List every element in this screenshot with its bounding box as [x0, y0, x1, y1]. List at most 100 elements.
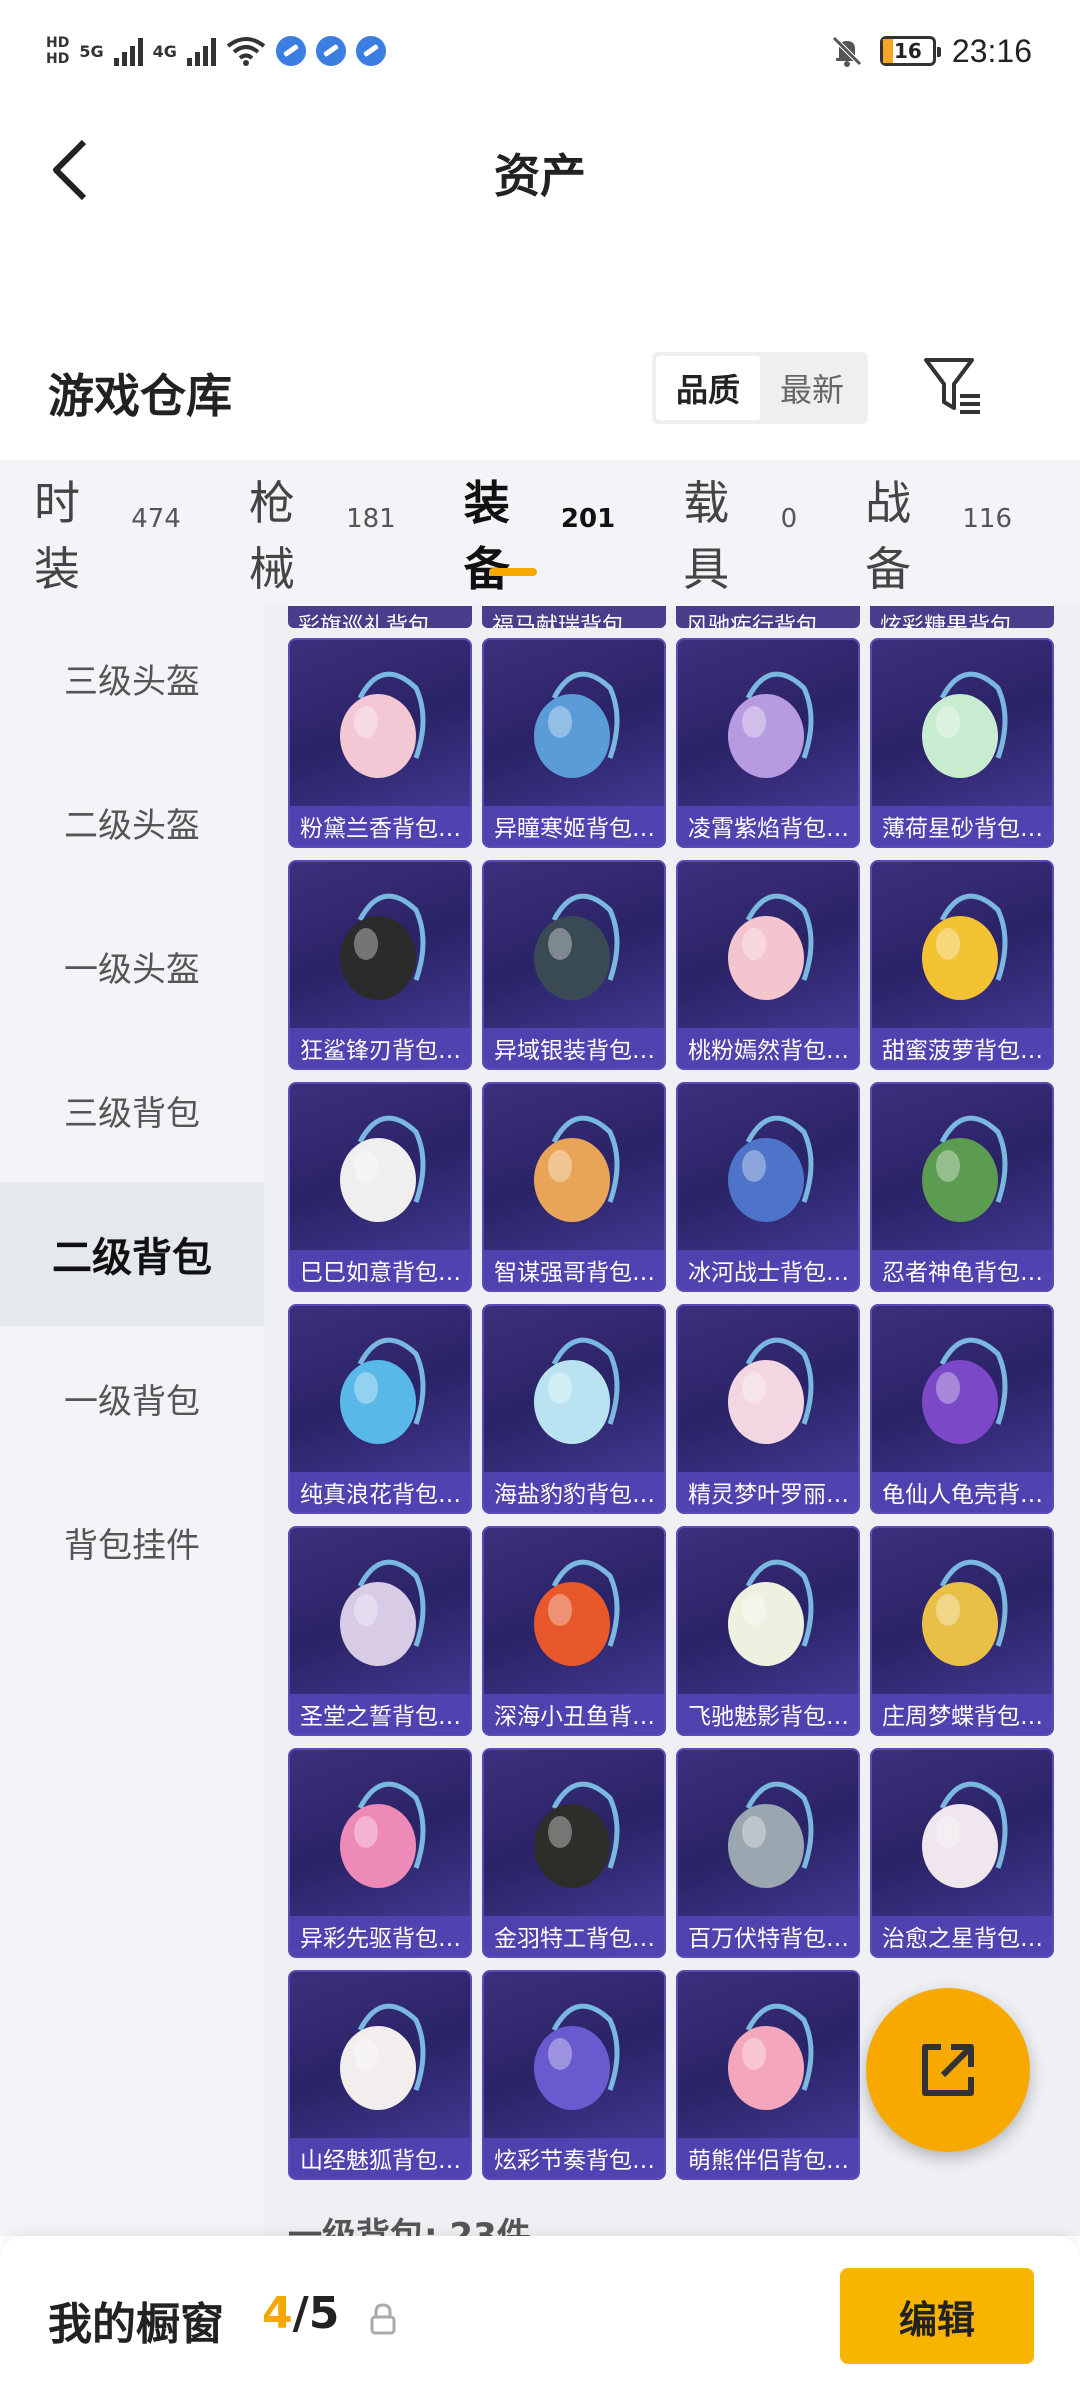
sort-quality-button[interactable]: 品质	[656, 356, 760, 420]
item-card[interactable]: 庄周梦蝶背包…	[870, 1526, 1054, 1736]
battery-level: 16	[894, 39, 922, 63]
item-card[interactable]: 凌霄紫焰背包…	[676, 638, 860, 848]
card-label: 飞驰魅影背包…	[678, 1694, 858, 1734]
sidebar-item-backpack-lv3[interactable]: 三级背包	[0, 1038, 264, 1182]
battery-icon: 16	[879, 36, 941, 66]
page-title: 资产	[494, 149, 586, 203]
grid-card-partial[interactable]: 风驰疾行背包…	[676, 606, 860, 628]
tab-vehicles[interactable]: 载具 0	[683, 460, 797, 606]
item-card[interactable]: 粉黛兰香背包…	[288, 638, 472, 848]
grid-card-partial[interactable]: 炫彩糖果背包…	[870, 606, 1054, 628]
item-card[interactable]: 龟仙人龟壳背…	[870, 1304, 1054, 1514]
card-label: 山经魅狐背包…	[290, 2138, 470, 2178]
header: 资产	[0, 110, 1080, 230]
item-card[interactable]: 智谋强哥背包…	[482, 1082, 666, 1292]
card-label: 彩旗巡礼背包…	[298, 614, 453, 628]
tab-fashion[interactable]: 时装 474	[34, 460, 181, 606]
heart-fairy-backpack-icon	[728, 1337, 814, 1444]
hd-bottom: HD	[46, 51, 70, 67]
sidebar-item-helmet-lv3[interactable]: 三级头盔	[0, 606, 264, 750]
item-card[interactable]: 精灵梦叶罗丽…	[676, 1304, 860, 1514]
item-card[interactable]: 狂鲨锋刃背包…	[288, 860, 472, 1070]
item-card[interactable]: 桃粉嫣然背包…	[676, 860, 860, 1070]
card-label: 巳巳如意背包…	[290, 1250, 470, 1290]
tab-label: 枪械	[248, 476, 295, 596]
item-card[interactable]: 飞驰魅影背包…	[676, 1526, 860, 1736]
item-card[interactable]: 异域银装背包…	[482, 860, 666, 1070]
tab-count: 181	[346, 504, 396, 534]
item-card[interactable]: 薄荷星砂背包…	[870, 638, 1054, 848]
card-label: 炫彩糖果背包…	[880, 614, 1035, 628]
mute-bell-icon	[832, 36, 862, 67]
card-label: 圣堂之誓背包…	[290, 1694, 470, 1734]
item-grid: 粉黛兰香背包… 异瞳寒姬背包… 凌霄紫焰背包… 薄荷星砂背包… 狂鲨锋刃背包… 异域银装背…	[288, 638, 1054, 2180]
tab-count: 116	[962, 504, 1012, 534]
item-card[interactable]: 山经魅狐背包…	[288, 1970, 472, 2180]
tab-battle-gear[interactable]: 战备 116	[865, 460, 1012, 606]
sort-latest-button[interactable]: 最新	[760, 356, 864, 420]
pink-graffiti-backpack-icon	[340, 1781, 426, 1888]
network-5g-label: 5G	[79, 41, 104, 61]
status-bar: HD HD 5G 4G 16 23:16	[0, 0, 1080, 100]
item-card[interactable]: 炫彩节奏背包…	[482, 1970, 666, 2180]
item-card[interactable]: 圣堂之誓背包…	[288, 1526, 472, 1736]
card-label: 风驰疾行背包…	[686, 614, 841, 628]
tab-firearms[interactable]: 枪械 181	[249, 460, 396, 606]
warehouse-header: 游戏仓库 品质 最新	[0, 340, 1080, 460]
sidebar-item-helmet-lv1[interactable]: 一级头盔	[0, 894, 264, 1038]
showcase-count: 4/5	[262, 2288, 339, 2339]
hd-top: HD	[46, 35, 70, 51]
clock: 23:16	[951, 32, 1032, 69]
grid-card-partial[interactable]: 福马献瑞背包…	[482, 606, 666, 628]
tab-label: 战备	[865, 476, 912, 596]
item-card[interactable]: 冰河战士背包…	[676, 1082, 860, 1292]
white-yellow-backpack-icon	[728, 1559, 814, 1666]
turtle-backpack-icon	[922, 1115, 1008, 1222]
item-card[interactable]: 海盐豹豹背包…	[482, 1304, 666, 1514]
sidebar-item-backpack-charm[interactable]: 背包挂件	[0, 1470, 264, 1614]
item-card[interactable]: 治愈之星背包…	[870, 1748, 1054, 1958]
item-card[interactable]: 纯真浪花背包…	[288, 1304, 472, 1514]
tab-count: 201	[560, 504, 616, 534]
item-card[interactable]: 忍者神龟背包…	[870, 1082, 1054, 1292]
item-card[interactable]: 异彩先驱背包…	[288, 1748, 472, 1958]
white-snake-backpack-icon	[340, 1115, 426, 1222]
filter-icon[interactable]	[922, 352, 984, 422]
item-card[interactable]: 萌熊伴侣背包…	[676, 1970, 860, 2180]
sidebar-item-helmet-lv2[interactable]: 二级头盔	[0, 750, 264, 894]
item-card[interactable]: 异瞳寒姬背包…	[482, 638, 666, 848]
tab-equipment[interactable]: 装备 201	[464, 460, 615, 606]
subcategory-sidebar: 三级头盔 二级头盔 一级头盔 三级背包 二级背包 一级背包 背包挂件	[0, 606, 264, 2236]
share-external-icon	[922, 2044, 974, 2096]
item-card[interactable]: 百万伏特背包…	[676, 1748, 860, 1958]
tab-label: 载具	[683, 476, 730, 596]
sort-toggle: 品质 最新	[652, 352, 868, 424]
item-card[interactable]: 深海小丑鱼背…	[482, 1526, 666, 1736]
sidebar-item-backpack-lv2[interactable]: 二级背包	[0, 1182, 264, 1326]
edit-button[interactable]: 编辑	[840, 2268, 1034, 2364]
tab-active-indicator	[489, 568, 538, 576]
grid-card-partial[interactable]: 彩旗巡礼背包…	[288, 606, 472, 628]
item-card[interactable]: 甜蜜菠萝背包…	[870, 860, 1054, 1070]
network-4g-label: 4G	[152, 41, 177, 61]
card-label: 金羽特工背包…	[484, 1916, 664, 1956]
card-label: 纯真浪花背包…	[290, 1472, 470, 1512]
cat-tech-backpack-icon	[728, 1781, 814, 1888]
share-button[interactable]	[866, 1988, 1030, 2152]
signal-icon-2	[186, 36, 216, 66]
item-card[interactable]: 金羽特工背包…	[482, 1748, 666, 1958]
pink-backpack-icon	[340, 671, 426, 778]
status-right: 16 23:16	[830, 26, 1032, 76]
tab-count: 474	[131, 504, 181, 534]
card-label: 萌熊伴侣背包…	[678, 2138, 858, 2178]
clownfish-backpack-icon	[534, 1559, 620, 1666]
card-label: 冰河战士背包…	[678, 1250, 858, 1290]
purple-shell-backpack-icon	[922, 1337, 1008, 1444]
app-notification-icon	[315, 36, 346, 66]
tab-count: 0	[780, 504, 798, 534]
card-label: 异彩先驱背包…	[290, 1916, 470, 1956]
card-label: 海盐豹豹背包…	[484, 1472, 664, 1512]
pink-bear-backpack-icon	[728, 2003, 814, 2110]
item-card[interactable]: 巳巳如意背包…	[288, 1082, 472, 1292]
sidebar-item-backpack-lv1[interactable]: 一级背包	[0, 1326, 264, 1470]
